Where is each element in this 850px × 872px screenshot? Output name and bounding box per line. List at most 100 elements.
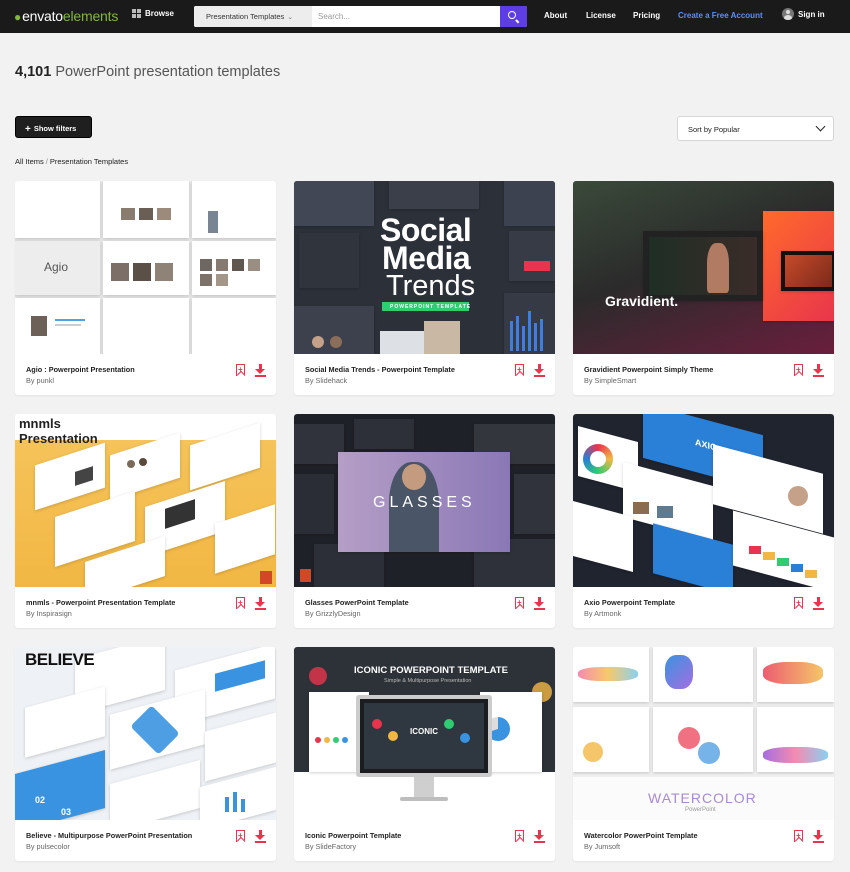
item-meta: Agio : Powerpoint Presentation By punkl … (15, 354, 276, 395)
thumbnail-title: Gravidient. (605, 293, 679, 309)
item-card[interactable]: ICONIC POWERPOINT TEMPLATE Simple & Mult… (294, 647, 555, 861)
download-icon[interactable] (255, 830, 266, 843)
sort-dropdown[interactable]: Sort by Popular (677, 116, 834, 141)
item-meta: Gravidient Powerpoint Simply Theme By Si… (573, 354, 834, 395)
grid-icon (132, 9, 141, 18)
item-meta: Iconic Powerpoint Template By SlideFacto… (294, 820, 555, 861)
breadcrumb-all-items[interactable]: All Items (15, 157, 44, 166)
sort-value: Sort by Popular (688, 125, 740, 134)
item-title[interactable]: Axio Powerpoint Template (584, 598, 675, 607)
item-thumbnail[interactable]: mnmls Presentation (15, 414, 276, 587)
thumbnail-title: GLASSES (373, 494, 476, 511)
item-thumbnail[interactable]: WATERCOLOR PowerPoint (573, 647, 834, 820)
item-card[interactable]: Social Media Trends POWERPOINT TEMPLATE … (294, 181, 555, 395)
result-title-text: PowerPoint presentation templates (55, 64, 281, 80)
item-meta: Watercolor PowerPoint Template By Jumsof… (573, 820, 834, 861)
thumbnail-subtitle: POWERPOINT TEMPLATE (390, 304, 472, 310)
download-icon[interactable] (813, 364, 824, 377)
nav-link-license[interactable]: License (586, 11, 616, 20)
download-icon[interactable] (534, 597, 545, 610)
nav-link-create-account[interactable]: Create a Free Account (678, 11, 763, 20)
item-meta: mnmls - Powerpoint Presentation Template… (15, 587, 276, 628)
bookmark-icon[interactable]: + (515, 364, 524, 376)
nav-link-pricing[interactable]: Pricing (633, 11, 660, 20)
thumbnail-title: Agio (44, 260, 69, 274)
bookmark-icon[interactable]: + (236, 830, 245, 842)
item-thumbnail[interactable]: AXIO (573, 414, 834, 587)
download-icon[interactable] (534, 364, 545, 377)
item-title[interactable]: Glasses PowerPoint Template (305, 598, 409, 607)
item-card[interactable]: WATERCOLOR PowerPoint Watercolor PowerPo… (573, 647, 834, 861)
item-card[interactable]: Gravidient. Gravidient Powerpoint Simply… (573, 181, 834, 395)
thumbnail-subtitle: Simple & Multipurpose Presentation (384, 678, 472, 684)
top-navbar: ●envatoelements Browse Presentation Temp… (0, 0, 850, 33)
item-thumbnail[interactable]: ICONIC POWERPOINT TEMPLATE Simple & Mult… (294, 647, 555, 820)
item-thumbnail[interactable]: Gravidient. (573, 181, 834, 354)
item-meta: Axio Powerpoint Template By Artmonk + (573, 587, 834, 628)
search-bar: Presentation Templates ⌄ (194, 6, 527, 27)
nav-link-about[interactable]: About (544, 11, 567, 20)
search-icon (508, 11, 516, 19)
item-card[interactable]: Agio Agio : Powerpoint Presentation By p… (15, 181, 276, 395)
item-author[interactable]: By Jumsoft (584, 842, 620, 851)
item-meta: Believe - Multipurpose PowerPoint Presen… (15, 820, 276, 861)
download-icon[interactable] (534, 830, 545, 843)
item-title[interactable]: Social Media Trends - Powerpoint Templat… (305, 365, 455, 374)
item-author[interactable]: By pulsecolor (26, 842, 70, 851)
thumbnail-number: 02 (35, 795, 46, 805)
user-avatar-icon (782, 8, 794, 20)
item-card[interactable]: mnmls Presentation mnmls - Powerpoint Pr… (15, 414, 276, 628)
item-meta: Glasses PowerPoint Template By GrizzlyDe… (294, 587, 555, 628)
item-author[interactable]: By SlideFactory (305, 842, 356, 851)
item-title[interactable]: mnmls - Powerpoint Presentation Template (26, 598, 175, 607)
item-thumbnail[interactable]: Social Media Trends POWERPOINT TEMPLATE (294, 181, 555, 354)
thumbnail-title: BELIEVE (25, 650, 95, 669)
result-count: 4,101 (15, 64, 52, 80)
thumbnail-subtitle: PowerPoint (685, 807, 716, 813)
bookmark-icon[interactable]: + (794, 830, 803, 842)
sign-in-label: Sign in (798, 9, 825, 19)
download-icon[interactable] (813, 597, 824, 610)
item-thumbnail[interactable]: GLASSES (294, 414, 555, 587)
item-author[interactable]: By Inspirasign (26, 609, 72, 618)
breadcrumb-presentation-templates[interactable]: Presentation Templates (50, 157, 128, 166)
thumbnail-title: ICONIC POWERPOINT TEMPLATE (354, 665, 508, 676)
show-filters-label: Show filters (33, 124, 77, 133)
bookmark-icon[interactable]: + (515, 597, 524, 609)
item-card[interactable]: AXIO Axio Powerpoint Template By Artmonk… (573, 414, 834, 628)
bookmark-icon[interactable]: + (236, 597, 245, 609)
plus-icon: + (25, 124, 31, 135)
item-thumbnail[interactable]: 02 03 BELIEVE (15, 647, 276, 820)
item-author[interactable]: By GrizzlyDesign (305, 609, 361, 618)
thumbnail-screen-title: ICONIC (410, 727, 438, 736)
item-card[interactable]: 02 03 BELIEVE Believe - Multipurpose Pow… (15, 647, 276, 861)
item-author[interactable]: By SimpleSmart (584, 376, 636, 385)
item-title[interactable]: Gravidient Powerpoint Simply Theme (584, 365, 713, 374)
thumbnail-subtitle: Presentation (19, 431, 98, 446)
download-icon[interactable] (813, 830, 824, 843)
item-thumbnail[interactable]: Agio (15, 181, 276, 354)
sign-in-button[interactable]: Sign in (782, 8, 825, 20)
item-title[interactable]: Watercolor PowerPoint Template (584, 831, 698, 840)
bookmark-icon[interactable]: + (515, 830, 524, 842)
thumbnail-title: WATERCOLOR (648, 790, 757, 806)
search-button[interactable] (500, 6, 527, 27)
item-title[interactable]: Agio : Powerpoint Presentation (26, 365, 135, 374)
envato-elements-logo[interactable]: ●envatoelements (14, 8, 118, 24)
category-select[interactable]: Presentation Templates ⌄ (194, 6, 312, 27)
download-icon[interactable] (255, 597, 266, 610)
item-author[interactable]: By punkl (26, 376, 54, 385)
browse-button[interactable]: Browse (132, 9, 174, 18)
bookmark-icon[interactable]: + (794, 597, 803, 609)
item-meta: Social Media Trends - Powerpoint Templat… (294, 354, 555, 395)
item-card[interactable]: GLASSES Glasses PowerPoint Template By G… (294, 414, 555, 628)
show-filters-button[interactable]: + Show filters (15, 116, 92, 138)
item-title[interactable]: Iconic Powerpoint Template (305, 831, 401, 840)
item-author[interactable]: By Slidehack (305, 376, 347, 385)
download-icon[interactable] (255, 364, 266, 377)
search-input[interactable] (318, 6, 498, 27)
bookmark-icon[interactable]: + (794, 364, 803, 376)
bookmark-icon[interactable]: + (236, 364, 245, 376)
item-author[interactable]: By Artmonk (584, 609, 621, 618)
item-title[interactable]: Believe - Multipurpose PowerPoint Presen… (26, 831, 192, 840)
